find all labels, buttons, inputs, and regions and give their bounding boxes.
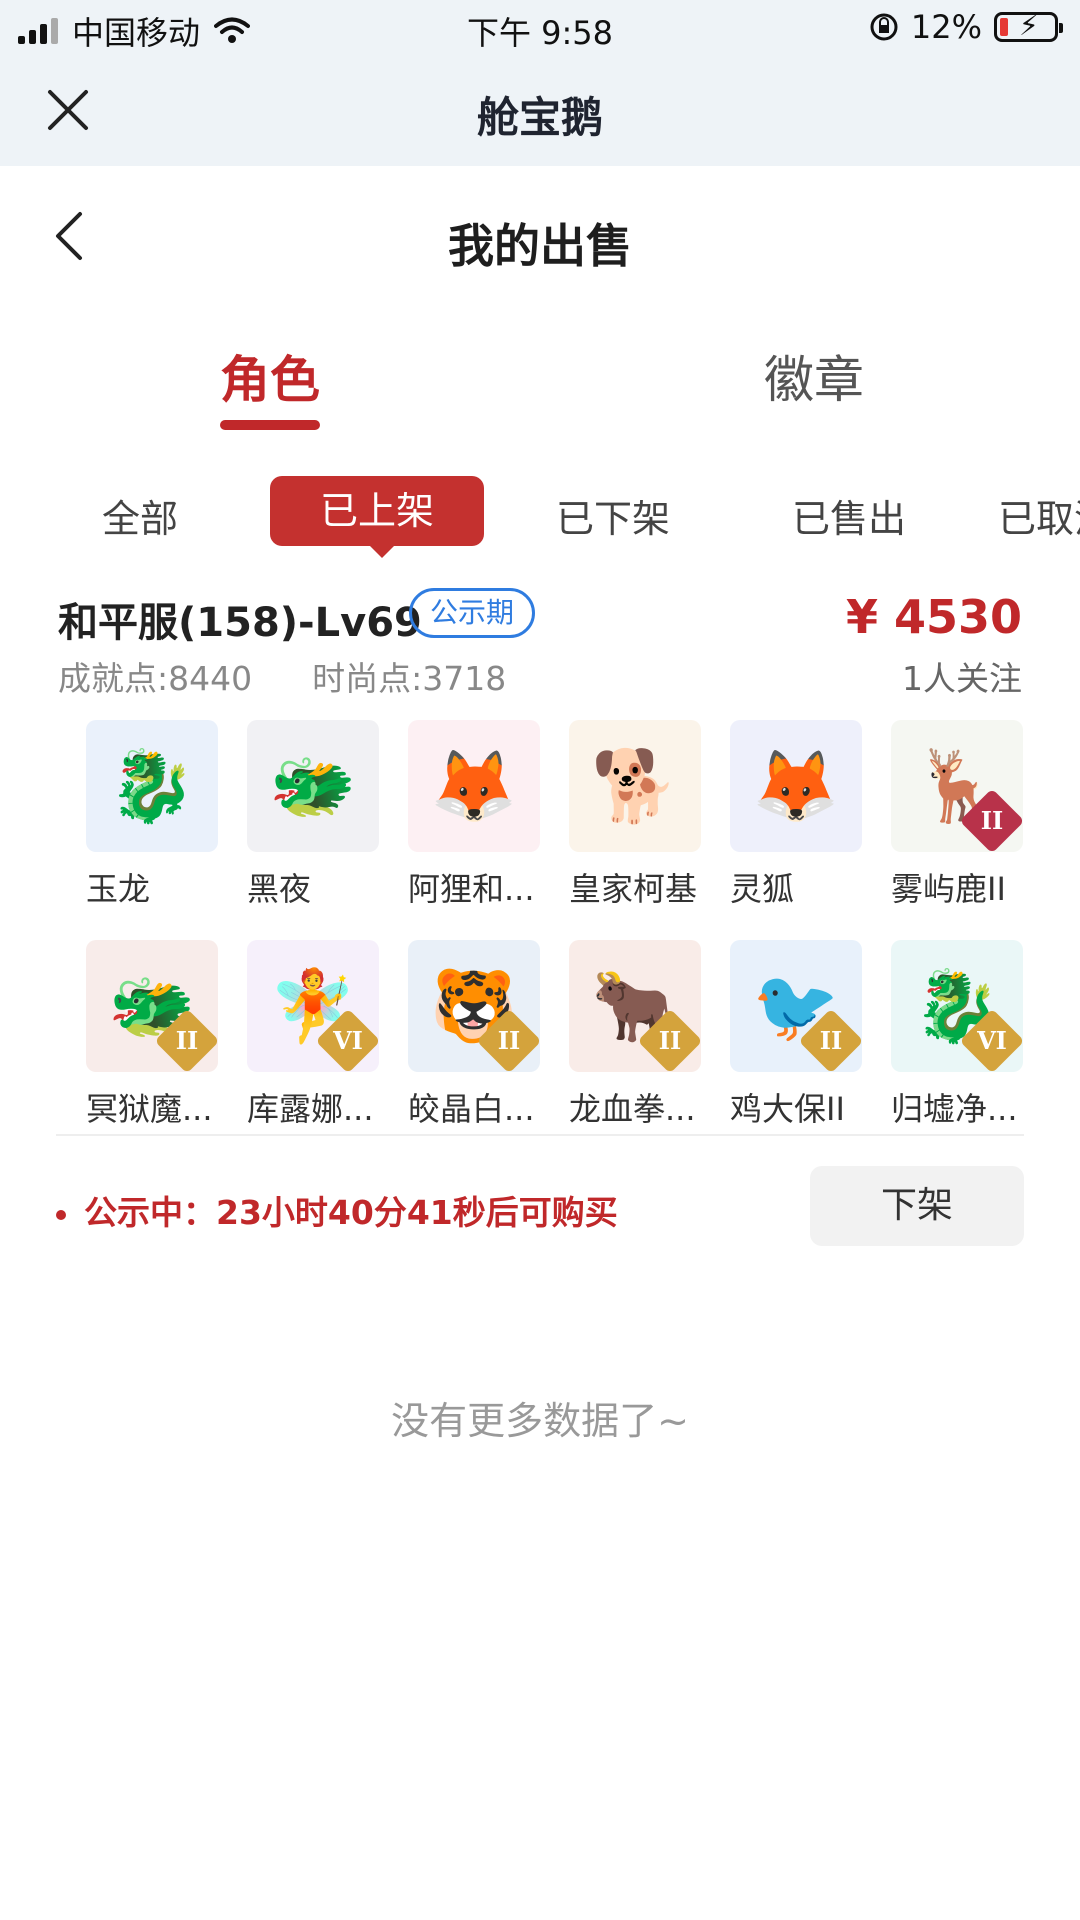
pet-item[interactable]: 🐯 II 皎晶白...	[408, 940, 548, 1130]
grade-label: II	[497, 1026, 521, 1055]
battery-icon: ⚡	[994, 11, 1063, 42]
grade-label: VI	[977, 1026, 1007, 1055]
no-more-data: 没有更多数据了~	[391, 1399, 689, 1443]
grade-label: II	[658, 1026, 682, 1055]
followers-count: 1人关注	[902, 659, 1022, 698]
filter-cancelled[interactable]: 已取消	[998, 488, 1080, 543]
main-tabs: 角色 徽章	[0, 330, 1080, 440]
page-header: 我的出售	[0, 166, 1080, 306]
filter-all[interactable]: 全部	[102, 488, 178, 543]
pet-item[interactable]: 🦌 II 雾屿鹿II	[891, 720, 1031, 910]
status-bar: 中国移动 下午 9:58 12% ⚡	[0, 0, 1080, 56]
grade-badge: VI	[959, 1008, 1023, 1072]
pet-name: 雾屿鹿II	[891, 870, 1006, 908]
notice: 公示中：23小时40分41秒后可购买	[56, 1186, 618, 1234]
filter-bar: 全部 已上架 已下架 已售出 已取消	[0, 470, 1080, 560]
achievement-label: 成就点:	[58, 659, 169, 698]
filter-listed[interactable]: 已上架	[270, 476, 484, 558]
filter-sold[interactable]: 已售出	[792, 488, 906, 543]
fashion-label: 时尚点:	[312, 659, 423, 698]
filter-delisted[interactable]: 已下架	[556, 488, 670, 543]
achievement-value: 8440	[168, 659, 253, 698]
sea-dragon-icon: 🐉 VI	[891, 940, 1023, 1072]
spirit-fox-icon: 🦊	[730, 720, 862, 852]
pet-item[interactable]: 🧚 VI 库露娜...	[247, 940, 387, 1130]
pet-item[interactable]: 🐲 黑夜	[247, 720, 387, 910]
grade-label: II	[980, 806, 1004, 835]
dragon-blood-icon: 🐂 II	[569, 940, 701, 1072]
notice-label: 公示中：	[84, 1193, 216, 1232]
tab-characters[interactable]: 角色	[220, 340, 320, 412]
black-dragon-icon: 🐲	[247, 720, 379, 852]
status-badge: 公示期	[409, 588, 536, 638]
pet-name: 鸡大保II	[730, 1090, 845, 1128]
grade-label: VI	[333, 1026, 363, 1055]
pet-name: 库露娜...	[247, 1090, 374, 1128]
pet-item[interactable]: 🐂 II 龙血拳...	[569, 940, 709, 1130]
tab-badges[interactable]: 徽章	[764, 340, 864, 412]
pet-item[interactable]: 🐉 玉龙	[86, 720, 226, 910]
page-title: 我的出售	[448, 219, 632, 273]
grade-badge: II	[154, 1008, 218, 1072]
pet-name: 归墟净...	[891, 1090, 1018, 1128]
blue-bird-icon: 🐦 II	[730, 940, 862, 1072]
server-title: 和平服(158)-Lv69	[58, 600, 422, 646]
delist-button[interactable]: 下架	[810, 1166, 1024, 1246]
battery-percent: 12%	[910, 8, 982, 46]
deer-icon: 🦌 II	[891, 720, 1023, 852]
pet-name: 冥狱魔...	[86, 1090, 213, 1128]
pet-item[interactable]: 🐦 II 鸡大保II	[730, 940, 870, 1130]
pet-name: 玉龙	[86, 870, 151, 908]
pet-item[interactable]: 🐕 皇家柯基	[569, 720, 709, 910]
grade-badge: II	[637, 1008, 701, 1072]
corgi-icon: 🐕	[569, 720, 701, 852]
stats: 成就点:8440 时尚点:3718	[58, 652, 506, 700]
grade-label: II	[175, 1026, 199, 1055]
pet-item[interactable]: 🐲 II 冥狱魔...	[86, 940, 226, 1130]
divider	[56, 1134, 1024, 1136]
grade-badge: II	[476, 1008, 540, 1072]
pet-name: 灵狐	[730, 870, 795, 908]
fashion-value: 3718	[422, 659, 507, 698]
grade-badge: VI	[315, 1008, 379, 1072]
grade-badge: II	[798, 1008, 862, 1072]
white-tiger-icon: 🐯 II	[408, 940, 540, 1072]
app-title: 舱宝鹅	[476, 93, 603, 142]
pet-item[interactable]: 🦊 阿狸和...	[408, 720, 548, 910]
orientation-lock-icon	[870, 13, 898, 41]
dragon-icon: 🐉	[86, 720, 218, 852]
pet-name: 皎晶白...	[408, 1090, 535, 1128]
kuluna-icon: 🧚 VI	[247, 940, 379, 1072]
app-header: 舱宝鹅	[0, 56, 1080, 166]
grade-label: II	[819, 1026, 843, 1055]
pet-name: 阿狸和...	[408, 870, 535, 908]
pet-name: 皇家柯基	[569, 870, 698, 908]
demon-beast-icon: 🐲 II	[86, 940, 218, 1072]
price: ¥ 4530	[845, 590, 1022, 644]
pet-item[interactable]: 🐉 VI 归墟净...	[891, 940, 1031, 1130]
pet-grid: 🐉 玉龙 🐲 黑夜 🦊 阿狸和... 🐕 皇家柯基 🦊 灵狐 🦌 II 雾屿鹿II 🐲 II 冥狱魔... 🧚 V…	[86, 720, 1023, 1130]
notice-text: 23小时40分41秒后可购买	[216, 1193, 618, 1232]
status-right: 12% ⚡	[869, 8, 1063, 46]
grade-badge: II	[959, 788, 1023, 852]
pet-name: 龙血拳...	[569, 1090, 696, 1128]
notice-dot	[56, 1209, 66, 1220]
fox-cloud-icon: 🦊	[408, 720, 540, 852]
pet-item[interactable]: 🦊 灵狐	[730, 720, 870, 910]
pet-name: 黑夜	[247, 870, 312, 908]
tab-indicator	[220, 420, 320, 430]
